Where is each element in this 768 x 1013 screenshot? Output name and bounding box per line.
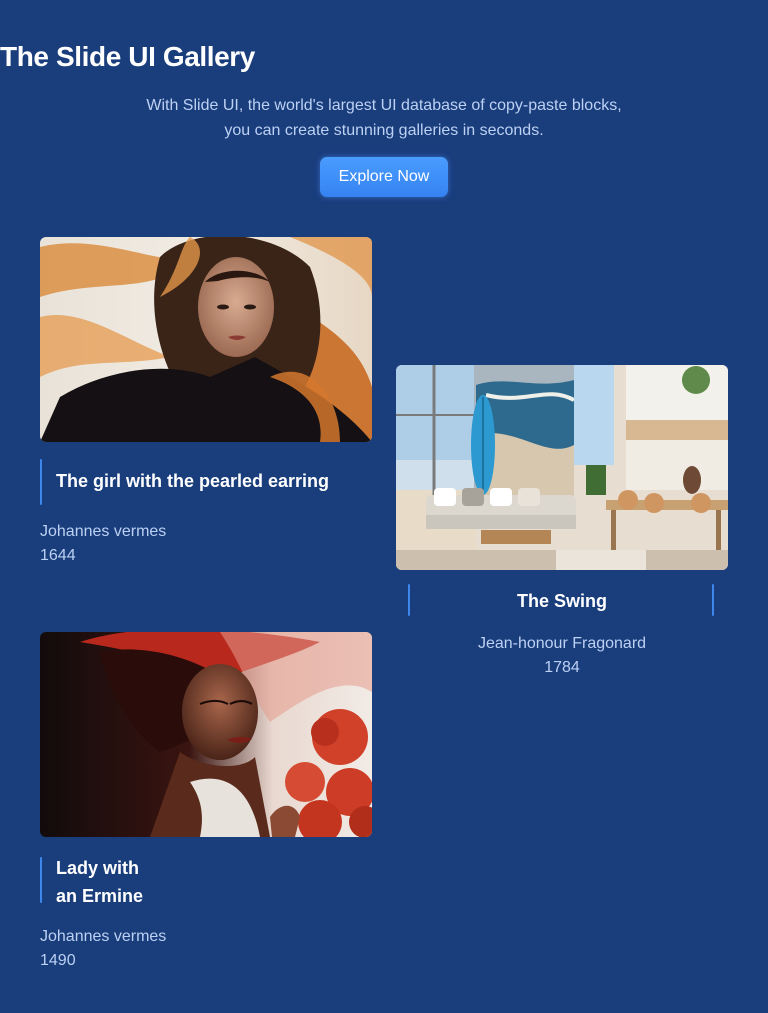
artwork-artist: Johannes vermes: [40, 928, 167, 945]
artwork-title[interactable]: Lady with an Ermine: [56, 854, 376, 910]
subtitle-line-1: With Slide UI, the world's largest UI da…: [146, 97, 622, 114]
portrait-woman-red-scarf-roses: [40, 632, 372, 837]
artwork-title[interactable]: The girl with the pearled earring: [56, 467, 376, 495]
artwork-image[interactable]: [40, 237, 372, 442]
artwork-title-line-2: an Ermine: [56, 886, 144, 906]
title-accent-bar: [40, 459, 42, 505]
explore-now-button[interactable]: Explore Now: [320, 157, 448, 197]
artwork-image[interactable]: [40, 632, 372, 837]
page-title: The Slide UI Gallery: [0, 41, 255, 72]
subtitle-line-2: you can create stunning galleries in sec…: [224, 122, 544, 139]
artwork-year: 1644: [40, 547, 76, 564]
page-subtitle: With Slide UI, the world's largest UI da…: [84, 93, 684, 143]
artwork-artist: Jean-honour Fragonard: [477, 635, 647, 652]
beach-house-interior: [396, 365, 728, 570]
artwork-year: 1784: [544, 659, 580, 676]
artwork-year: 1490: [40, 952, 76, 969]
artwork-title[interactable]: The Swing: [396, 587, 728, 615]
artwork-image[interactable]: [396, 365, 728, 570]
artwork-artist: Johannes vermes: [40, 523, 167, 540]
artwork-title-line-1: Lady with: [56, 858, 140, 878]
title-accent-bar: [40, 857, 42, 903]
portrait-woman-flowing-hair: [40, 237, 372, 442]
